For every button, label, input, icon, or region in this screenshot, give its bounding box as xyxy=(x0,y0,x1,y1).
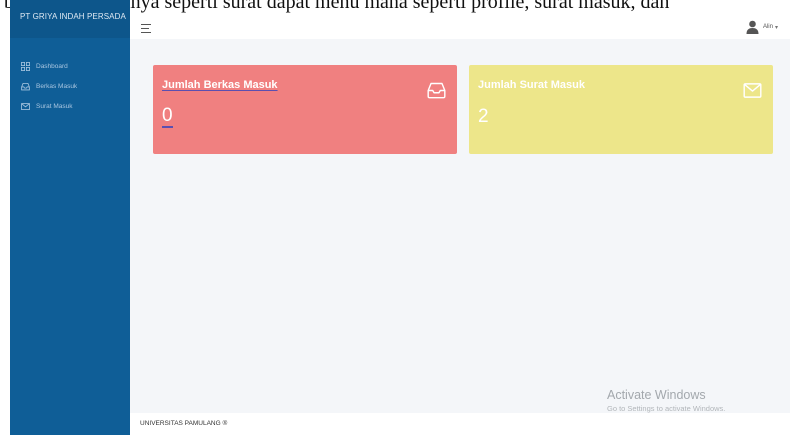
card-surat-masuk[interactable]: Jumlah Surat Masuk 2 xyxy=(469,65,773,154)
main-content: Alin ▾ Jumlah Berkas Masuk 0 Jumlah Sura… xyxy=(130,17,790,435)
sidebar-item-label: Berkas Masuk xyxy=(36,82,78,90)
sidebar-item-dashboard[interactable]: Dashboard xyxy=(10,56,130,76)
top-navbar: Alin ▾ xyxy=(130,17,790,39)
sidebar-nav: Dashboard Berkas Masuk Surat Masuk xyxy=(10,56,130,116)
mail-icon xyxy=(743,83,762,98)
user-icon xyxy=(746,20,759,34)
brand-name: PT GRIYA INDAH PERSADA xyxy=(20,12,126,21)
sidebar-item-label: Surat Masuk xyxy=(36,102,73,110)
card-value: 2 xyxy=(478,106,489,127)
card-berkas-masuk[interactable]: Jumlah Berkas Masuk 0 xyxy=(153,65,457,154)
user-name: Alin xyxy=(762,24,773,30)
inbox-icon xyxy=(427,82,446,99)
dashboard-icon xyxy=(21,61,30,71)
sidebar-item-surat-masuk[interactable]: Surat Masuk xyxy=(10,96,130,116)
sidebar: PT GRIYA INDAH PERSADA Dashboard Berkas … xyxy=(10,0,130,435)
user-menu[interactable]: Alin ▾ xyxy=(746,20,778,34)
watermark-title: Activate Windows xyxy=(607,388,706,402)
inbox-icon xyxy=(21,82,30,90)
card-value: 0 xyxy=(162,105,173,128)
brand[interactable]: PT GRIYA INDAH PERSADA xyxy=(10,0,130,38)
footer-text: UNIVERSITAS PAMULANG ® xyxy=(140,420,228,427)
hamburger-icon[interactable] xyxy=(141,24,151,33)
card-title: Jumlah Berkas Masuk xyxy=(162,79,278,91)
mail-icon xyxy=(21,102,30,110)
windows-activation-watermark: Activate Windows Go to Settings to activ… xyxy=(607,388,725,413)
watermark-subtitle: Go to Settings to activate Windows. xyxy=(607,404,726,413)
card-title: Jumlah Surat Masuk xyxy=(478,79,585,91)
footer: UNIVERSITAS PAMULANG ® xyxy=(130,413,790,435)
sidebar-item-label: Dashboard xyxy=(36,62,68,70)
sidebar-item-berkas-masuk[interactable]: Berkas Masuk xyxy=(10,76,130,96)
chevron-down-icon: ▾ xyxy=(774,24,778,31)
